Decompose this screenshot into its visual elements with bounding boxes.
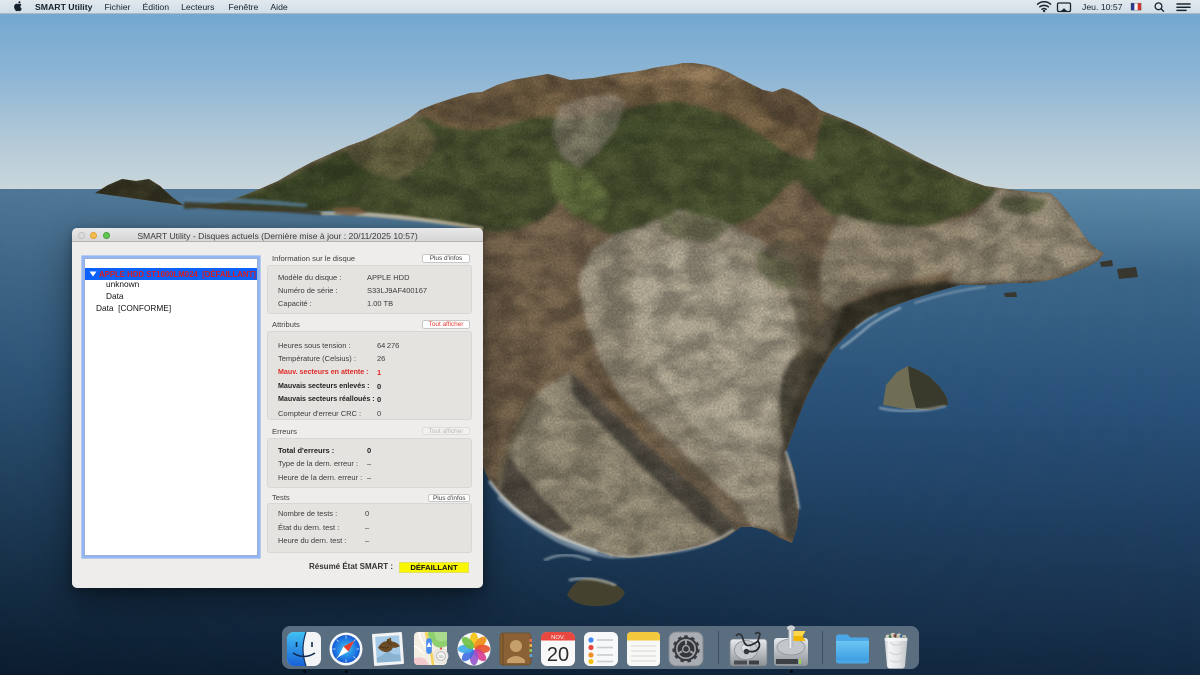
svg-text:3D: 3D xyxy=(438,654,443,659)
svg-text:20: 20 xyxy=(547,644,569,666)
svg-text:NOV.: NOV. xyxy=(551,635,565,641)
